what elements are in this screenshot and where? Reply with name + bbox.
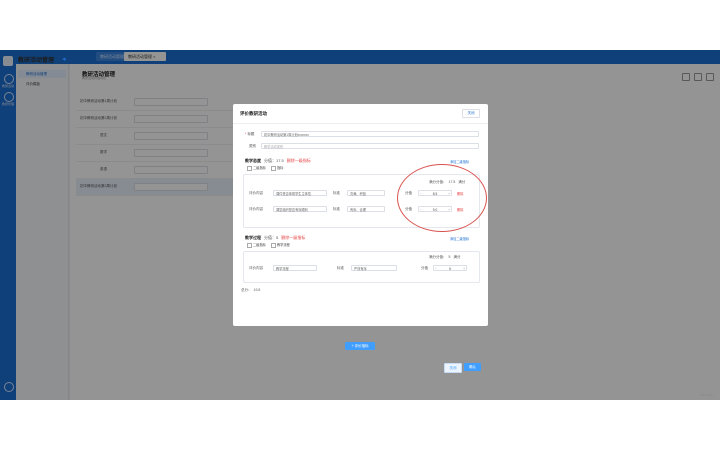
section-teaching-process: 教学过程 分值：5 删除一级指标 [245,235,306,240]
content-label: 评价内容 [249,266,263,270]
score-label: 分值 [421,266,428,270]
dialog-close-button[interactable]: 关闭 [462,109,480,118]
content-label: 评价内容 [249,207,263,211]
category-select[interactable]: 教学活动类别 [261,143,479,149]
checkbox-flow[interactable]: 教学流程 [271,242,290,248]
delete-level1-button[interactable]: 删除一级指标 [287,158,311,163]
section2-total: 满分分值： 5 满分 [429,255,461,259]
title-label: * 标题 [245,132,255,136]
content-input[interactable]: 课堂组织是否有序顺利 [273,206,327,212]
standard-input[interactable]: 有序、合理 [347,206,385,212]
checkbox-level2[interactable]: 二级指标 [247,242,266,248]
standard-input[interactable]: 充满、积极 [347,190,385,196]
status-text: REC 2021 [700,393,714,397]
standard-label: 标准 [337,266,344,270]
app-title-visible: 教研活动管理 [18,58,55,64]
collapse-menu-icon[interactable]: ◂ [62,55,66,63]
total-score: 总分： 19.5 [241,288,261,292]
title-input[interactable]: 初中教研活动第1周计划xxxxxxx [261,131,479,137]
content-input[interactable]: 教学流程 [273,265,317,271]
content-label: 评价内容 [249,191,263,195]
cancel-button[interactable]: 关闭 [444,363,462,373]
score-stepper[interactable]: −5 + [433,265,467,271]
checkbox-indicator[interactable]: 指标 [271,165,283,171]
divider [233,123,488,124]
section-teaching-attitude: 教学态度 分值：17.5 删除一级指标 [245,158,311,163]
red-annotation-circle [397,164,487,232]
category-label: 类别 [249,144,256,148]
standard-label: 标准 [333,207,340,211]
ok-button[interactable]: 确认 [464,363,481,371]
add-indicator-button[interactable]: + 评价指标 [345,342,375,350]
app-screen: 教研活动 教研管理 教研活动管理 教研活动管理 × 教研活动管理 教研活动管理 … [0,50,720,400]
content-input[interactable]: 课件是否体现学生主体性 [273,190,327,196]
delete-level1-button[interactable]: 删除一级指标 [281,235,305,240]
checkbox-level2[interactable]: 二级指标 [247,165,266,171]
add-level2-link[interactable]: 添加二级指标 [450,159,469,164]
dialog-title: 评价教研活动 [240,111,267,116]
add-level2-link[interactable]: 添加二级指标 [450,236,469,241]
standard-label: 标准 [333,191,340,195]
standard-input[interactable]: 严谨有序 [351,265,397,271]
